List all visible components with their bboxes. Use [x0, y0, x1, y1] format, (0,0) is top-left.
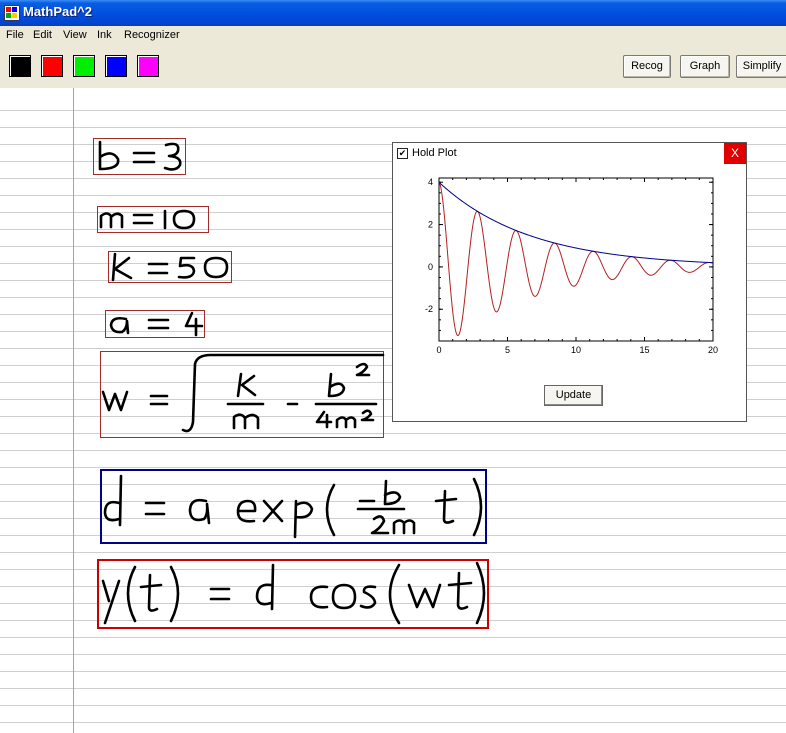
x-tick-label: 10 — [571, 345, 581, 355]
color-swatch-red[interactable] — [41, 55, 63, 77]
hold-plot-checkbox[interactable]: ✔ — [397, 148, 408, 159]
title-bar: MathPad^2 — [0, 0, 786, 26]
y-tick-label: 0 — [428, 262, 433, 272]
ink-a-equals-4 — [109, 311, 204, 337]
color-swatch-blue[interactable] — [105, 55, 127, 77]
equation-y[interactable] — [97, 559, 489, 629]
close-plot-button[interactable]: X — [724, 143, 746, 164]
ink-y-of-t-equals-d-cos — [101, 561, 486, 625]
y-tick-label: 2 — [428, 220, 433, 230]
equation-k[interactable] — [108, 251, 232, 283]
menu-ink[interactable]: Ink — [97, 29, 112, 41]
app-icon — [4, 5, 20, 21]
plot-window: ✔ Hold Plot X 0 5 10 15 20 4 2 0 -2 Update — [392, 142, 747, 422]
equation-b[interactable] — [93, 138, 186, 175]
x-tick-label: 5 — [505, 345, 510, 355]
y-tick-label: -2 — [425, 304, 433, 314]
window-title: MathPad^2 — [23, 4, 92, 19]
plot-area — [438, 177, 714, 342]
hold-plot-label: Hold Plot — [412, 147, 457, 159]
x-tick-label: 15 — [639, 345, 649, 355]
margin-line — [73, 88, 74, 733]
recog-button[interactable]: Recog — [623, 55, 671, 78]
equation-m[interactable] — [97, 206, 209, 233]
menu-recognizer[interactable]: Recognizer — [124, 29, 180, 41]
equation-d[interactable] — [100, 469, 487, 544]
menu-edit[interactable]: Edit — [33, 29, 52, 41]
color-swatch-black[interactable] — [9, 55, 31, 77]
toolbar: Recog Graph Simplify — [0, 45, 786, 88]
menu-view[interactable]: View — [63, 29, 87, 41]
menu-bar: File Edit View Ink Recognizer — [0, 26, 786, 45]
ink-b-equals-3 — [98, 140, 182, 171]
simplify-button[interactable]: Simplify — [736, 55, 786, 78]
equation-w[interactable] — [100, 351, 385, 438]
ink-k-equals-50 — [111, 252, 229, 282]
color-swatch-magenta[interactable] — [137, 55, 159, 77]
equation-a[interactable] — [105, 310, 205, 338]
update-button[interactable]: Update — [544, 385, 603, 406]
menu-file[interactable]: File — [6, 29, 24, 41]
ink-m-equals-10 — [99, 209, 196, 230]
x-tick-label: 0 — [436, 345, 441, 355]
plot-chart: 0 5 10 15 20420-2 — [425, 177, 718, 355]
ink-w-equals-sqrt — [101, 353, 385, 433]
graph-button[interactable]: Graph — [680, 55, 730, 78]
y-tick-label: 4 — [428, 177, 433, 187]
ink-canvas[interactable]: ✔ Hold Plot X 0 5 10 15 20 4 2 0 -2 Update — [0, 88, 786, 733]
x-tick-label: 20 — [708, 345, 718, 355]
color-swatch-green[interactable] — [73, 55, 95, 77]
ink-d-equals-a-exp — [103, 474, 483, 539]
